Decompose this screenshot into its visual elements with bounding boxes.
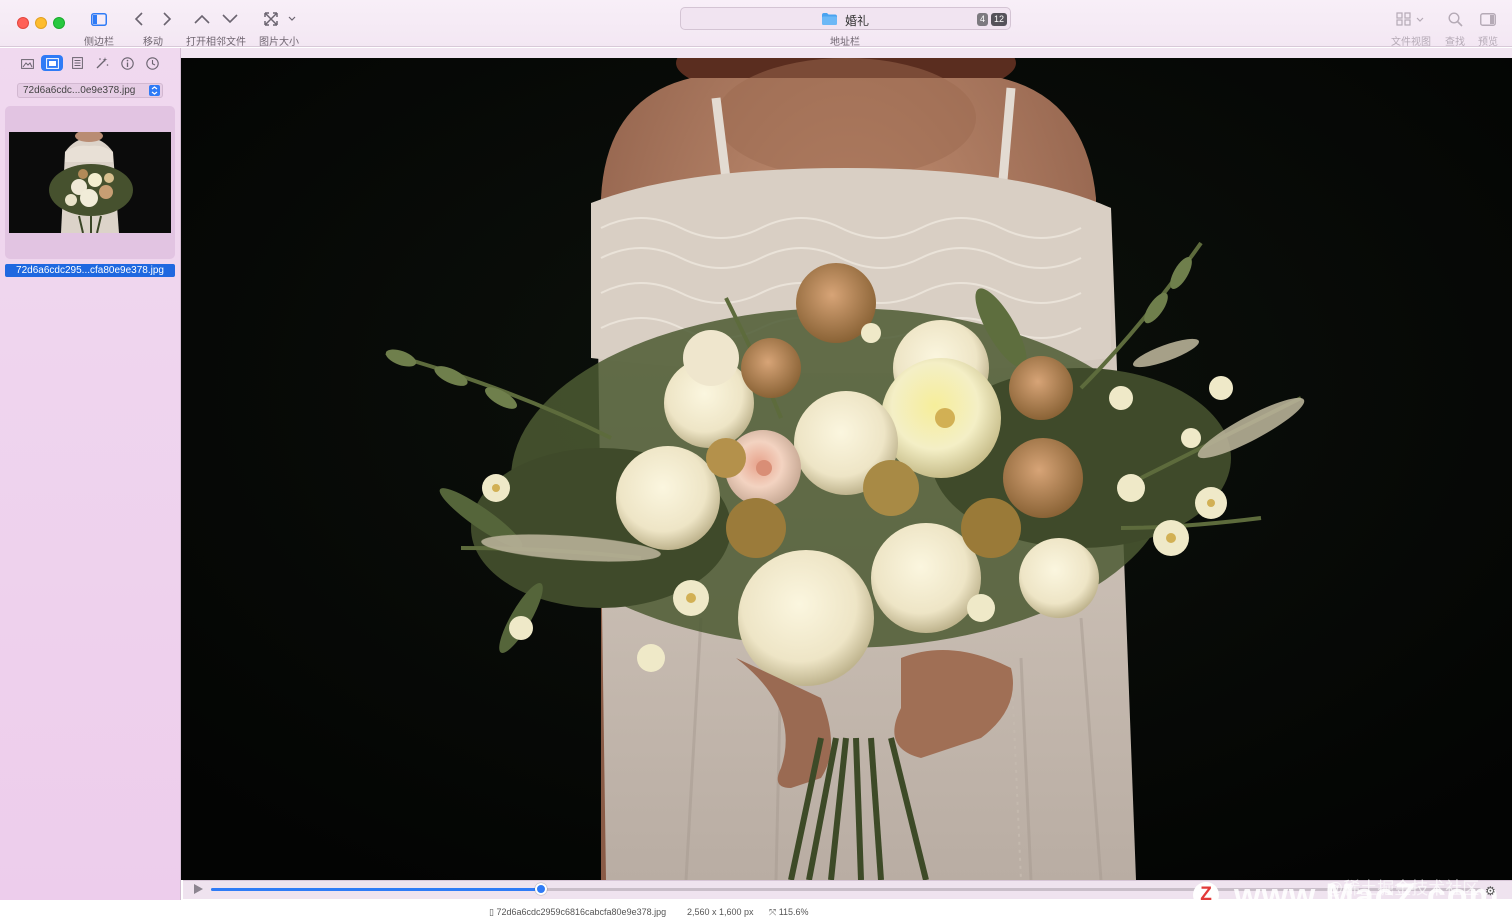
tab-thumbnails[interactable] [41,55,63,71]
play-icon[interactable] [194,884,203,894]
magic-wand-icon [96,57,108,69]
preview-panel-icon [1477,8,1499,30]
tab-adjust[interactable] [91,55,113,71]
previous-file-button[interactable] [191,8,213,30]
file-view-label: 文件视图 [1391,37,1431,48]
folder-image-icon [20,58,34,69]
find-button[interactable]: 查找 [1444,6,1466,48]
chevron-left-icon [134,12,143,26]
file-selector-label: 72d6a6cdc...0e9e378.jpg [23,85,136,96]
image-size-label: 图片大小 [259,37,299,48]
clock-icon [145,56,159,70]
move-forward-button[interactable] [156,8,178,30]
preview-label: 预览 [1478,37,1498,48]
preview-button[interactable]: 预览 [1477,6,1499,48]
thumbnail-filename: 72d6a6cdc295...cfa80e9e378.jpg [5,264,175,277]
chevron-down-icon [222,14,238,24]
chevron-up-icon [194,14,210,24]
settings-gear-icon[interactable]: ⚙ [1485,884,1496,898]
search-icon [1444,8,1466,30]
status-bar [0,900,1512,921]
image-size-button[interactable]: 图片大小 [259,6,299,48]
image-viewer[interactable] [181,58,1512,880]
folder-title: 婚礼 [845,14,870,28]
address-bar[interactable]: 婚礼 4 12 [680,7,1011,30]
sidebar-label: 侧边栏 [84,37,114,48]
file-selector[interactable]: 72d6a6cdc...0e9e378.jpg [17,83,163,98]
tab-list[interactable] [66,55,88,71]
tab-folders[interactable] [16,55,38,71]
move-label: 移动 [143,37,163,48]
status-filename-text: 72d6a6cdc2959c6816cabcfa80e9e378.jpg [496,907,667,917]
folder-icon [822,13,837,25]
slider-fill [211,888,541,891]
status-zoom-text: 115.6% [778,907,809,917]
grid-view-icon [1396,8,1426,30]
chevron-right-icon [163,12,172,26]
thumbnail-item[interactable] [5,106,175,259]
thumbnail-image [9,132,171,233]
status-dimensions: 2,560 x 1,600 px [687,907,754,917]
sidebar-tabs [16,55,163,71]
toolbar: 侧边栏 移动 打开相邻文件 图片大小 婚礼 4 12 地址栏 文件视图 查找 预… [0,0,1512,48]
sidebar-toggle-button[interactable]: 侧边栏 [84,6,114,48]
close-window-button[interactable] [17,17,29,29]
zoom-icon: ⤧ [769,907,779,917]
list-icon [71,57,83,69]
juejin-watermark: @稀土掘金技术社区 [1326,879,1480,898]
address-bar-label: 地址栏 [830,37,860,48]
slider-knob[interactable] [535,883,547,895]
open-adjacent-label: 打开相邻文件 [186,37,246,48]
find-label: 查找 [1445,37,1465,48]
sidebar: 72d6a6cdc...0e9e378.jpg 72d6a6cdc295...c… [0,48,181,901]
file-count-badge: 12 [991,13,1008,26]
selector-chevron-icon [149,85,160,96]
sidebar-icon [88,8,110,30]
tab-history[interactable] [141,55,163,71]
move-back-button[interactable] [128,8,150,30]
wedding-bouquet-photo [181,58,1512,880]
zoom-window-button[interactable] [53,17,65,29]
fit-size-icon [262,8,296,30]
thumbnails-icon [45,57,59,69]
status-filename: ▯ 72d6a6cdc2959c6816cabcfa80e9e378.jpg [489,907,666,918]
open-adjacent-group: 打开相邻文件 [186,6,246,48]
minimize-window-button[interactable] [35,17,47,29]
status-zoom: ⤧ 115.6% [769,907,809,918]
next-file-button[interactable] [219,8,241,30]
viewer-top-strip [181,48,1512,58]
move-group: 移动 [128,6,178,48]
badge-small: 4 [977,13,989,26]
info-icon [120,56,134,70]
tab-info[interactable] [116,55,138,71]
file-view-button[interactable]: 文件视图 [1391,6,1431,48]
